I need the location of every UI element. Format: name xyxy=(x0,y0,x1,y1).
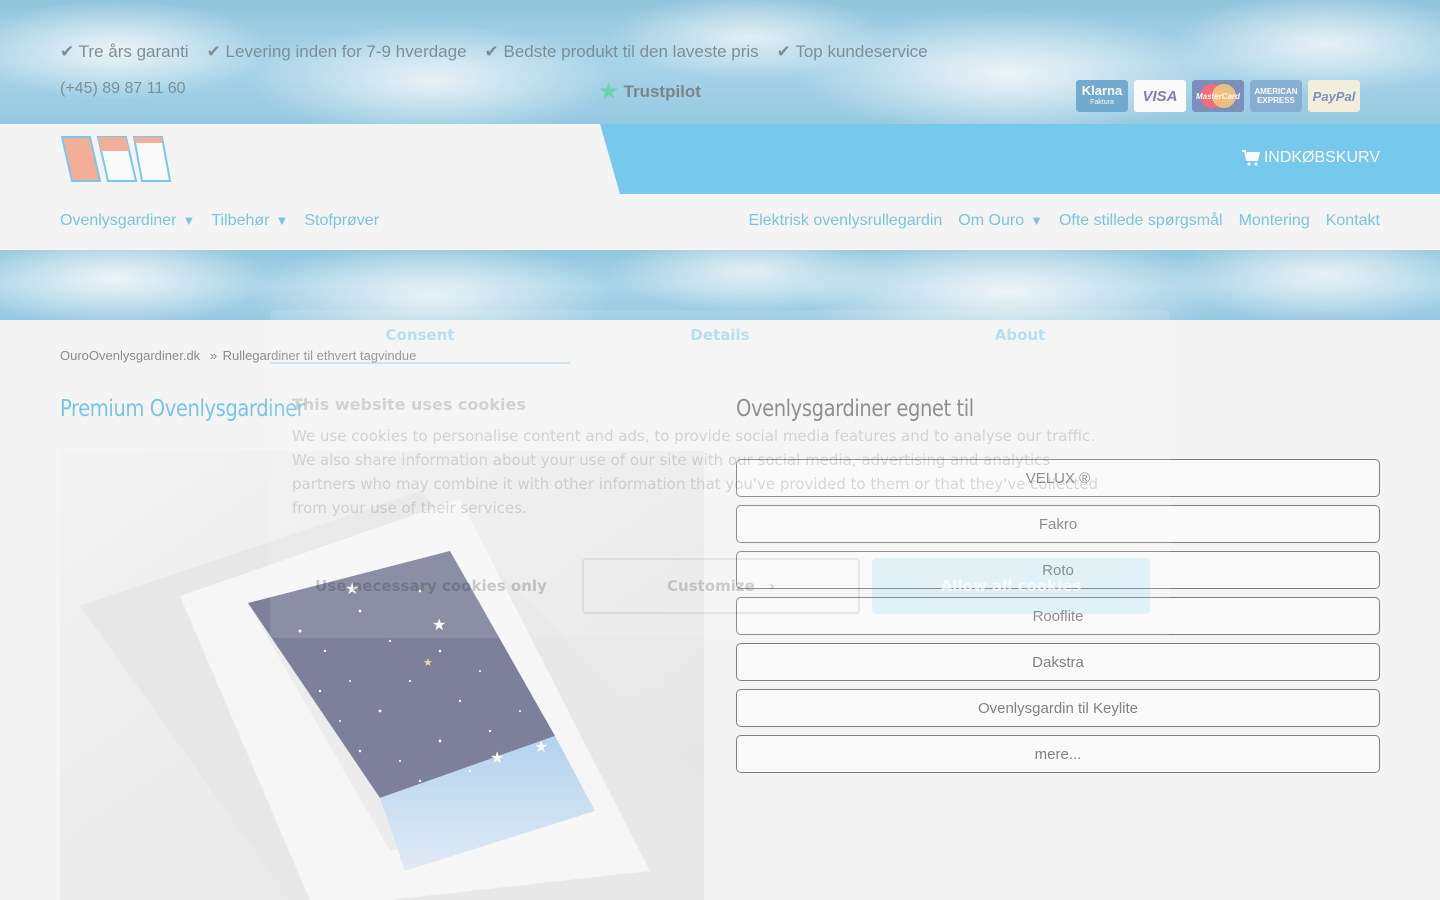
cart-icon xyxy=(1241,150,1260,166)
amex-logo: AMERICAN EXPRESS xyxy=(1250,80,1302,112)
svg-text:★: ★ xyxy=(423,656,433,669)
chevron-down-icon: ▼ xyxy=(1030,213,1043,228)
nav-item-om-ouro[interactable]: Om Ouro ▼ xyxy=(958,212,1043,230)
page-title: Premium Ovenlysgardiner xyxy=(60,396,305,422)
allow-all-cookies-button[interactable]: Allow all cookies xyxy=(872,558,1150,614)
tab-consent[interactable]: Consent xyxy=(270,326,570,364)
tab-details[interactable]: Details xyxy=(570,326,870,364)
top-usp-bar: ✔ Tre års garanti ✔ Levering inden for 7… xyxy=(0,0,1440,124)
customize-button[interactable]: Customize › xyxy=(582,558,860,614)
breadcrumb-separator: » xyxy=(209,348,218,363)
nav-item-faq[interactable]: Ofte stillede spørgsmål xyxy=(1059,212,1223,230)
cart-button[interactable]: INDKØBSKURV xyxy=(1241,149,1380,167)
mastercard-logo: MasterCard xyxy=(1192,80,1244,112)
usp-item: ✔ Levering inden for 7-9 hverdage xyxy=(206,42,467,61)
usp-item: ✔ Bedste produkt til den laveste pris xyxy=(484,42,759,61)
cookie-text: We use cookies to personalise content an… xyxy=(292,427,1099,517)
brand-button-keylite[interactable]: Ovenlysgardin til Keylite xyxy=(736,689,1380,727)
usp-item: ✔ Top kundeservice xyxy=(776,42,928,61)
ouro-logo-icon[interactable] xyxy=(60,135,172,183)
main-nav-right: Elektrisk ovenlysrullegardin Om Ouro ▼ Of… xyxy=(748,212,1380,230)
trustpilot-label: Trustpilot xyxy=(623,82,701,101)
brand-button-dakstra[interactable]: Dakstra xyxy=(736,643,1380,681)
chevron-down-icon: ▼ xyxy=(182,213,196,228)
chevron-down-icon: ▼ xyxy=(275,213,289,228)
usp-list: ✔ Tre års garanti ✔ Levering inden for 7… xyxy=(60,42,928,62)
trustpilot-link[interactable]: ★ Trustpilot xyxy=(598,80,701,104)
paypal-logo: PayPal xyxy=(1308,80,1360,112)
cookie-actions: Use necessary cookies only Customize › A… xyxy=(292,558,1150,614)
brand-button-more[interactable]: mere... xyxy=(736,735,1380,773)
svg-text:★: ★ xyxy=(490,748,504,767)
nav-item-ovenlysgardiner[interactable]: Ovenlysgardiner ▼ xyxy=(60,212,195,230)
breadcrumb-home-link[interactable]: OuroOvenlysgardiner.dk xyxy=(60,348,200,363)
nav-item-montering[interactable]: Montering xyxy=(1239,212,1310,230)
cookie-tabs: Consent Details About xyxy=(270,326,1170,364)
cookie-heading: This website uses cookies xyxy=(292,395,526,414)
klarna-logo: Klarna Faktura xyxy=(1076,80,1128,112)
nav-item-stofprover[interactable]: Stofprøver xyxy=(304,212,379,230)
usp-item: ✔ Tre års garanti xyxy=(60,42,189,61)
phone-link[interactable]: (+45) 89 87 11 60 xyxy=(60,80,186,98)
chevron-right-icon: › xyxy=(768,577,775,595)
trustpilot-star-icon: ★ xyxy=(598,78,620,105)
cart-label: INDKØBSKURV xyxy=(1263,149,1380,166)
nav-item-tilbehor[interactable]: Tilbehør ▼ xyxy=(211,212,288,230)
nav-item-elektrisk[interactable]: Elektrisk ovenlysrullegardin xyxy=(748,212,942,230)
payment-methods: Klarna Faktura VISA MasterCard AMERICAN … xyxy=(1076,80,1360,112)
tab-about[interactable]: About xyxy=(870,326,1170,364)
cookie-consent-dialog: Consent Details About This website uses … xyxy=(270,310,1170,638)
necessary-cookies-button[interactable]: Use necessary cookies only xyxy=(292,558,570,614)
site-header: INDKØBSKURV Ovenlysgardiner ▼ Tilbehør ▼ S… xyxy=(0,124,1440,250)
main-nav-left: Ovenlysgardiner ▼ Tilbehør ▼ Stofprøver xyxy=(60,212,379,230)
nav-item-kontakt[interactable]: Kontakt xyxy=(1326,212,1380,230)
visa-logo: VISA xyxy=(1134,80,1186,112)
svg-text:★: ★ xyxy=(534,737,548,756)
